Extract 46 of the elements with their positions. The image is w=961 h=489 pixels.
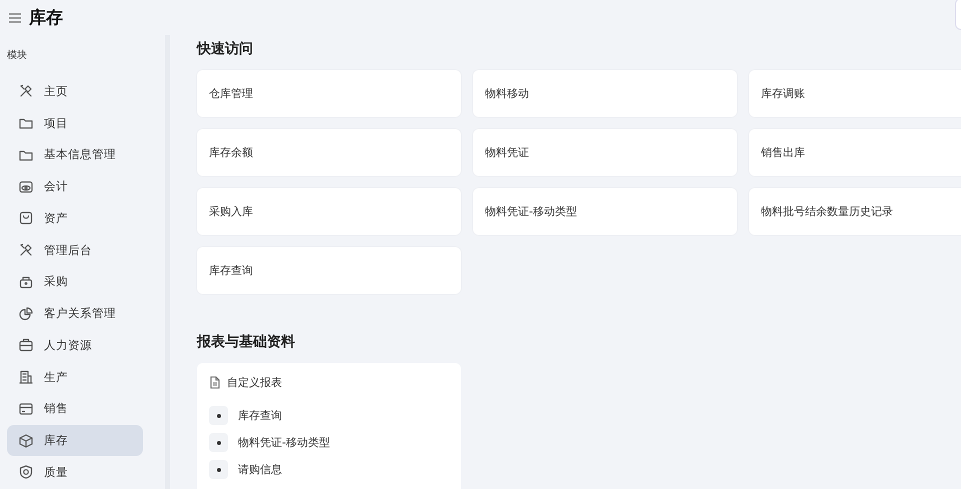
sidebar-item[interactable]: 管理后台 [7, 234, 143, 266]
sidebar-item[interactable]: 生产 [7, 362, 143, 392]
report-link[interactable]: 请购信息 [238, 462, 282, 477]
quick-link-card[interactable]: 采购入库 [197, 188, 461, 235]
quick-link-card[interactable]: 物料移动 [473, 70, 737, 117]
sidebar-item[interactable]: 基本信息管理 [7, 140, 143, 170]
sidebar-item[interactable]: 客户关系管理 [7, 298, 143, 329]
quick-link-card[interactable]: 销售出库 [749, 129, 961, 176]
briefcase-icon [18, 337, 34, 354]
sidebar-item[interactable]: 会计 [7, 171, 143, 202]
quick-link-card[interactable]: 物料凭证-移动类型 [473, 188, 737, 235]
box-icon [18, 432, 34, 449]
sidebar-item[interactable]: 销售 [7, 394, 143, 424]
pie-chart-icon [18, 306, 34, 322]
card-icon [18, 400, 34, 417]
sidebar-item[interactable]: 资产 [7, 203, 143, 234]
bullet-icon [209, 406, 228, 425]
building-icon [18, 369, 34, 386]
card-title: 自定义报表 [227, 375, 282, 390]
sidebar-heading: 模块 [7, 48, 28, 62]
quick-link-card[interactable]: 物料批号结余数量历史记录 [749, 188, 961, 235]
document-icon [209, 376, 221, 389]
quick-link-card[interactable]: 库存查询 [197, 247, 461, 294]
section-title: 报表与基础资料 [197, 333, 295, 351]
eye-icon [18, 178, 34, 195]
sidebar-item[interactable]: 项目 [7, 108, 143, 138]
bullet-icon [209, 460, 228, 479]
tools-icon [18, 83, 34, 100]
menu-icon[interactable] [9, 12, 21, 22]
tools-icon [18, 242, 34, 258]
sidebar-item[interactable]: 主页 [7, 76, 143, 106]
sidebar-item[interactable]: 人力资源 [7, 330, 143, 361]
sidebar-item[interactable]: 库存 [7, 425, 143, 456]
sidebar-item[interactable]: 采购 [7, 266, 143, 298]
bag-icon [18, 210, 34, 226]
quick-link-card[interactable]: 仓库管理 [197, 70, 461, 117]
page-title: 库存 [29, 7, 63, 29]
quick-link-card[interactable]: 库存调账 [749, 70, 961, 117]
bullet-icon [209, 433, 228, 452]
quick-link-card[interactable]: 物料凭证 [473, 129, 737, 176]
shield-icon [18, 464, 34, 480]
report-link[interactable]: 物料凭证-移动类型 [238, 435, 330, 450]
section-title: 快速访问 [197, 40, 253, 58]
sidebar-item[interactable]: 质量 [7, 457, 143, 488]
quick-link-card[interactable]: 库存余额 [197, 129, 461, 176]
report-link[interactable]: 库存查询 [238, 408, 282, 423]
